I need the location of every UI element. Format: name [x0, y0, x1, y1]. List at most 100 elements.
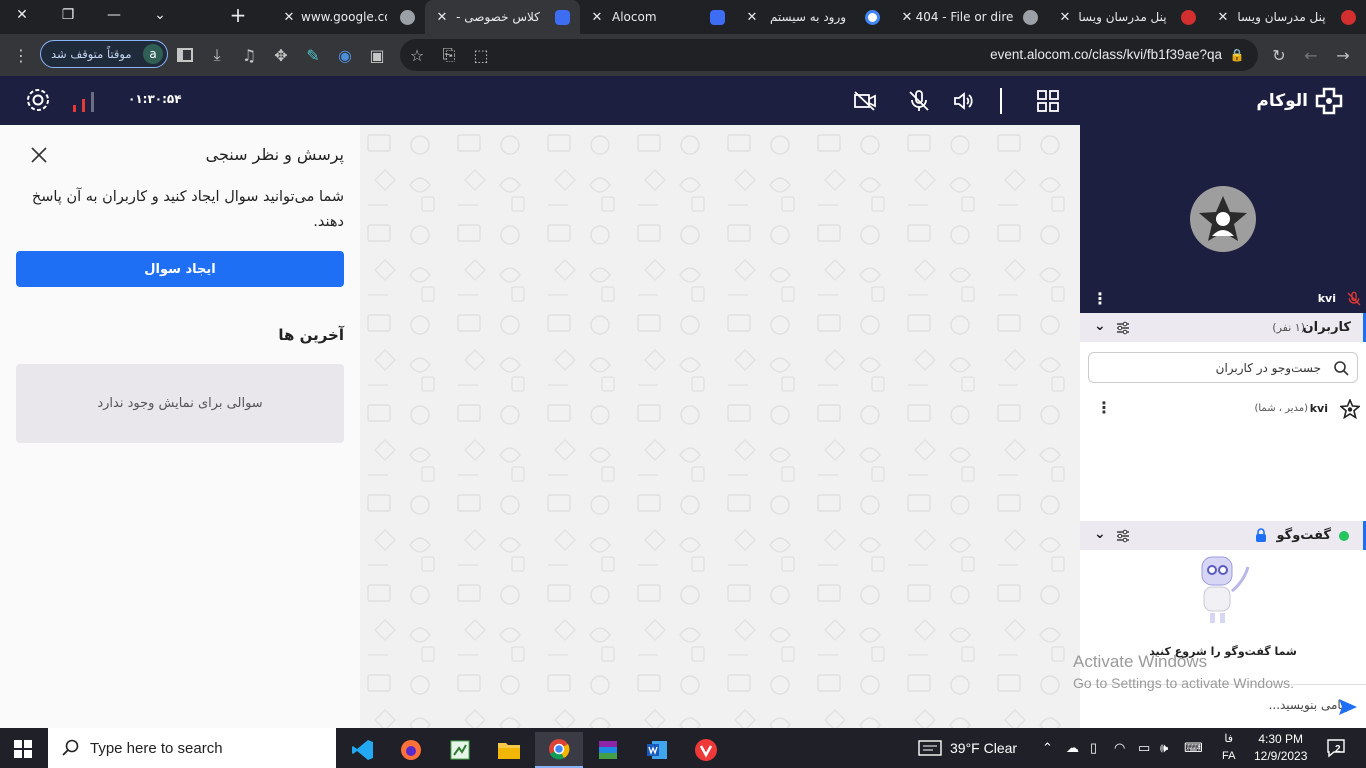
create-question-button[interactable]: ایجاد سوال	[16, 251, 344, 287]
url-text[interactable]: event.alocom.co/class/kvi/fb1f39ae?qa	[990, 47, 1222, 62]
whiteboard-area[interactable]	[360, 125, 1080, 728]
touch-keyboard-icon[interactable]: ⌨	[1184, 740, 1203, 756]
chat-section-header[interactable]: گفت‌وگو ⌄	[1080, 521, 1366, 550]
input-language-indicator[interactable]: فا FA	[1222, 731, 1235, 765]
tab-close-icon[interactable]: ✕	[1216, 10, 1230, 25]
empty-questions-box: سوالی برای نمایش وجود ندارد	[16, 364, 344, 443]
tab-close-icon[interactable]: ✕	[435, 10, 449, 25]
user-options-kebab-icon[interactable]: ⋮	[1096, 398, 1112, 417]
tab-favicon-icon	[710, 9, 725, 25]
tab-close-icon[interactable]: ✕	[590, 10, 604, 25]
browser-tab[interactable]: ✕ پنل مدرسان ویسا	[1206, 0, 1366, 34]
onedrive-icon[interactable]: ☁	[1066, 740, 1079, 756]
back-icon[interactable]: →	[1330, 42, 1356, 68]
profile-status-label: موقتاً متوقف شد	[51, 47, 132, 61]
browser-tab[interactable]: ✕ پنل مدرسان ویسا	[1048, 0, 1206, 34]
downloads-icon[interactable]: ⤓	[204, 42, 230, 68]
settings-gear-icon[interactable]	[24, 86, 52, 114]
weather-widget[interactable]: 39°F Clear	[918, 739, 1017, 757]
video-tile-footer: kvi ⋮	[1080, 285, 1366, 313]
profile-button[interactable]: موقتاً متوقف شد a	[40, 40, 168, 68]
search-icon	[1334, 361, 1349, 376]
lock-icon[interactable]	[1255, 528, 1267, 543]
address-bar[interactable]: ☆ ⎘ ⬚ event.alocom.co/class/kvi/fb1f39ae…	[400, 39, 1258, 71]
restore-window-icon[interactable]: ❐	[48, 0, 88, 30]
tab-title: پنل مدرسان ویسا	[1237, 10, 1326, 24]
tab-title: 404 - File or dire	[915, 10, 1014, 24]
tile-options-kebab-icon[interactable]: ⋮	[1092, 289, 1108, 308]
tab-close-icon[interactable]: ✕	[745, 10, 759, 25]
chevron-down-icon[interactable]: ⌄	[1094, 318, 1106, 334]
share-icon[interactable]: ⎘	[436, 42, 462, 68]
media-controls-icon[interactable]: ♫	[236, 42, 262, 68]
new-tab-plus-icon[interactable]: +	[218, 0, 258, 30]
chevron-down-icon[interactable]: ⌄	[1094, 526, 1106, 542]
mic-muted-icon	[1347, 291, 1361, 306]
tab-close-icon[interactable]: ✕	[1058, 10, 1072, 25]
tab-close-icon[interactable]: ✕	[900, 10, 914, 25]
app-header: ۰۱:۳۰:۵۴ الوکام	[0, 76, 1366, 125]
side-panel-icon[interactable]	[172, 42, 198, 68]
device-icon[interactable]: ▯	[1090, 740, 1097, 756]
browser-tab[interactable]: ✕ ورود به سیستم	[735, 0, 890, 34]
editor-app-icon[interactable]	[436, 732, 484, 768]
word-app-icon[interactable]	[633, 732, 681, 768]
user-role: (مدیر ، شما)	[1254, 403, 1308, 414]
lock-icon[interactable]: 🔒	[1224, 42, 1250, 68]
tab-search-chevron-icon[interactable]: ⌄	[140, 0, 180, 30]
system-clock[interactable]: 4:30 PM 12/9/2023	[1254, 731, 1307, 765]
layout-grid-icon[interactable]	[1036, 89, 1060, 113]
extensions-puzzle-icon[interactable]: ✥	[268, 42, 294, 68]
poll-panel-title: پرسش و نظر سنجی	[205, 145, 344, 164]
volume-icon[interactable]: 🕪	[1160, 740, 1168, 756]
taskbar-search-box[interactable]: Type here to search	[48, 728, 336, 768]
poll-panel: پرسش و نظر سنجی شما می‌توانید سوال ایجاد…	[0, 125, 360, 728]
brand-name: الوکام	[1256, 91, 1308, 111]
camera-off-icon[interactable]	[853, 89, 877, 113]
install-app-icon[interactable]: ⬚	[468, 42, 494, 68]
vivaldi-app-icon[interactable]	[682, 732, 730, 768]
hidden-icons-chevron-icon[interactable]: ⌃	[1042, 740, 1053, 756]
filter-sliders-icon[interactable]	[1116, 529, 1130, 543]
clock-date: 12/9/2023	[1254, 749, 1308, 763]
speaker-icon[interactable]	[952, 89, 976, 113]
firefox-app-icon[interactable]	[387, 732, 435, 768]
notification-center-icon[interactable]: 2	[1326, 738, 1346, 758]
users-search-placeholder: جست‌وجو در کاربران	[1215, 361, 1321, 375]
chrome-app-icon[interactable]	[535, 732, 583, 768]
extension-shield-icon[interactable]: ▣	[364, 42, 390, 68]
user-avatar	[1190, 186, 1256, 252]
minimize-window-icon[interactable]: —	[94, 0, 134, 30]
user-list-item[interactable]: kvi (مدیر ، شما) ⋮	[1080, 397, 1366, 423]
online-status-dot	[1339, 531, 1349, 541]
menu-kebab-icon[interactable]: ⋮	[8, 42, 34, 68]
battery-icon[interactable]: ▭	[1138, 740, 1150, 756]
filter-sliders-icon[interactable]	[1116, 321, 1130, 335]
browser-tab-active[interactable]: ✕ کلاس خصوصی -	[425, 0, 580, 34]
close-icon[interactable]	[28, 145, 48, 165]
wifi-icon[interactable]: ◠	[1114, 740, 1125, 756]
mic-off-icon[interactable]	[907, 89, 931, 113]
vscode-app-icon[interactable]	[339, 732, 387, 768]
close-window-icon[interactable]: ✕	[2, 0, 42, 30]
connection-signal-icon	[72, 89, 98, 113]
windows-start-icon[interactable]	[14, 740, 32, 758]
browser-tab[interactable]: ✕ Alocom	[580, 0, 735, 34]
tab-title: کلاس خصوصی -	[456, 10, 540, 24]
browser-tab[interactable]: ✕ www.google.com	[272, 0, 425, 34]
video-tile[interactable]	[1080, 125, 1366, 285]
users-search-field[interactable]: جست‌وجو در کاربران	[1088, 352, 1358, 383]
winrar-app-icon[interactable]	[584, 732, 632, 768]
users-count: (۱ نفر)	[1272, 321, 1305, 334]
activate-windows-watermark: Activate Windows Go to Settings to activ…	[1073, 652, 1294, 691]
tab-favicon-icon	[400, 9, 415, 25]
send-icon[interactable]	[1338, 698, 1358, 716]
reload-icon[interactable]: ↻	[1266, 42, 1292, 68]
browser-tab[interactable]: ✕ 404 - File or dire	[890, 0, 1048, 34]
extension-feather-icon[interactable]: ✎	[300, 42, 326, 68]
users-section-header[interactable]: کاربران (۱ نفر) ⌄	[1080, 313, 1366, 342]
tab-close-icon[interactable]: ✕	[282, 10, 296, 25]
extension-globe-icon[interactable]: ◉	[332, 42, 358, 68]
bookmark-star-icon[interactable]: ☆	[404, 42, 430, 68]
file-explorer-icon[interactable]	[485, 732, 533, 768]
